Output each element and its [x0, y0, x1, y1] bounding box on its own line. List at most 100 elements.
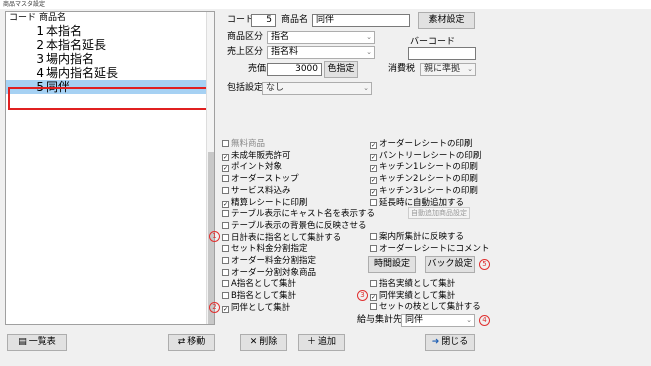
- list-item[interactable]: 2 本指名延長: [6, 38, 214, 52]
- salary-destination-value: 同伴: [405, 315, 424, 325]
- checkbox-unchecked-icon[interactable]: [222, 257, 229, 264]
- product-name-label: 商品名: [281, 15, 309, 25]
- checkbox-unchecked-icon[interactable]: [222, 280, 229, 288]
- checkbox-item[interactable]: ✓ ポイント対象: [222, 162, 282, 173]
- category-select[interactable]: 指名 ⌄: [267, 31, 375, 44]
- checkbox-item[interactable]: A指名として集計: [222, 279, 296, 290]
- checkbox-item[interactable]: B指名として集計: [222, 291, 296, 302]
- checkbox-item[interactable]: ✓ キッチン2レシートの印刷: [370, 174, 478, 185]
- checkbox-item[interactable]: オーダーストップ: [222, 174, 299, 185]
- close-button[interactable]: ➜ 閉じる: [425, 334, 475, 351]
- package-value: なし: [266, 83, 285, 93]
- checkbox-unchecked-icon[interactable]: [222, 233, 229, 241]
- checkbox-checked-icon[interactable]: ✓: [222, 305, 229, 313]
- checkbox-item[interactable]: 指名実績として集計: [370, 279, 455, 290]
- product-name-input[interactable]: 同伴: [312, 14, 410, 27]
- list-item[interactable]: 3 場内指名: [6, 52, 214, 66]
- checkbox-unchecked-icon[interactable]: [370, 233, 377, 240]
- checkbox-checked-icon[interactable]: ✓: [370, 177, 377, 185]
- list-header: コード 商品名: [6, 12, 214, 24]
- checkbox-item[interactable]: テーブル表示にキャスト名を表示する: [222, 209, 375, 220]
- checkbox-item[interactable]: ✓ パントリーレシートの印刷: [370, 151, 481, 162]
- checkbox-label: 同伴実績として集計: [379, 290, 456, 301]
- checkbox-item[interactable]: ✓ 同伴実績として集計: [370, 291, 455, 302]
- checkbox-item[interactable]: 日計表に指名として集計する: [222, 233, 341, 244]
- checkbox-item[interactable]: ✓ 精算レシートに印刷: [222, 198, 308, 209]
- checkbox-checked-icon[interactable]: ✓: [222, 200, 229, 208]
- list-view-label: 一覧表: [28, 337, 56, 347]
- checkbox-unchecked-icon[interactable]: [370, 244, 377, 252]
- checkbox-item[interactable]: ✓ 同伴として集計: [222, 303, 290, 314]
- code-input[interactable]: 5: [251, 14, 276, 27]
- checkbox-checked-icon[interactable]: ✓: [370, 142, 377, 149]
- barcode-input[interactable]: [408, 47, 476, 60]
- package-select[interactable]: なし ⌄: [262, 82, 372, 95]
- checkbox-item[interactable]: セット料金分割指定: [222, 244, 308, 255]
- checkbox-checked-icon[interactable]: ✓: [370, 165, 377, 173]
- checkbox-label: キッチン3レシートの印刷: [379, 185, 478, 196]
- list-scrollbar[interactable]: [206, 12, 214, 324]
- checkbox-item[interactable]: オーダー分割対象商品: [222, 268, 316, 279]
- checkbox-label: オーダーレシートにコメント: [379, 243, 490, 254]
- checkbox-item[interactable]: サービス料込み: [222, 186, 291, 197]
- close-label: 閉じる: [441, 337, 469, 347]
- checkbox-label: ポイント対象: [231, 162, 283, 173]
- marker-4: 4: [479, 315, 490, 326]
- auto-add-products-button[interactable]: 自動追加商品設定: [408, 207, 470, 219]
- checkbox-label: キッチン1レシートの印刷: [379, 162, 478, 173]
- checkbox-item[interactable]: ✓ オーダーレシートの印刷: [370, 139, 473, 150]
- checkbox-unchecked-icon[interactable]: [222, 186, 229, 194]
- time-settings-button[interactable]: 時間設定: [368, 256, 416, 273]
- checkbox-item[interactable]: テーブル表示の背景色に反映させる: [222, 221, 367, 232]
- column-header-code[interactable]: コード: [6, 12, 36, 24]
- price-input[interactable]: 3000: [267, 63, 322, 76]
- checkbox-item[interactable]: 無料商品: [222, 139, 265, 150]
- checkbox-unchecked-icon[interactable]: [222, 140, 229, 147]
- tax-select[interactable]: 親に準拠 ⌄: [420, 63, 476, 76]
- move-button[interactable]: ⇄ 移動: [168, 334, 215, 351]
- checkbox-item[interactable]: オーダー料金分割指定: [222, 256, 316, 267]
- checkbox-unchecked-icon[interactable]: [222, 245, 229, 253]
- marker-2: 2: [209, 302, 220, 313]
- checkbox-label: テーブル表示の背景色に反映させる: [231, 220, 367, 231]
- delete-button[interactable]: ✕ 削除: [240, 334, 287, 351]
- checkbox-checked-icon[interactable]: ✓: [370, 153, 377, 161]
- checkbox-item[interactable]: ✓ 未成年販売許可: [222, 151, 291, 162]
- checkbox-unchecked-icon[interactable]: [222, 175, 229, 183]
- checkbox-item[interactable]: ✓ キッチン3レシートの印刷: [370, 186, 478, 197]
- salary-destination-select[interactable]: 同伴 ⌄: [401, 314, 475, 327]
- sales-category-value: 指名料: [271, 47, 299, 57]
- material-settings-button[interactable]: 素材設定: [418, 12, 475, 29]
- list-item-name: 場内指名延長: [46, 66, 119, 80]
- checkbox-item[interactable]: オーダーレシートにコメント: [370, 244, 490, 255]
- checkbox-label: B指名として集計: [231, 291, 297, 302]
- sales-category-select[interactable]: 指名料 ⌄: [267, 46, 375, 59]
- checkbox-item[interactable]: 案内所集計に反映する: [370, 232, 464, 243]
- list-view-button[interactable]: ▤ 一覧表: [7, 334, 67, 351]
- checkbox-unchecked-icon[interactable]: [222, 268, 229, 276]
- column-header-name[interactable]: 商品名: [36, 12, 66, 24]
- list-item[interactable]: 4 場内指名延長: [6, 66, 214, 80]
- add-button[interactable]: ＋追加: [298, 334, 345, 351]
- checkbox-unchecked-icon[interactable]: [370, 280, 377, 287]
- back-settings-button[interactable]: バック設定: [425, 256, 475, 273]
- checkbox-checked-icon[interactable]: ✓: [370, 188, 377, 196]
- checkbox-checked-icon[interactable]: ✓: [370, 293, 377, 301]
- checkbox-item[interactable]: ✓ キッチン1レシートの印刷: [370, 162, 478, 173]
- checkbox-checked-icon[interactable]: ✓: [222, 153, 229, 161]
- checkbox-item[interactable]: セットの枝として集計する: [370, 302, 481, 313]
- checkbox-label: オーダーストップ: [231, 174, 299, 185]
- checkbox-unchecked-icon[interactable]: [222, 210, 229, 218]
- product-list[interactable]: コード 商品名 1 本指名 2 本指名延長 3 場内指名 4 場内指名延長 5 同伴: [5, 11, 215, 325]
- list-item-code: 2: [36, 38, 44, 52]
- checkbox-unchecked-icon[interactable]: [222, 221, 229, 229]
- checkbox-unchecked-icon[interactable]: [222, 292, 229, 300]
- marker-1: 1: [209, 231, 220, 242]
- checkbox-checked-icon[interactable]: ✓: [222, 165, 229, 173]
- checkbox-unchecked-icon[interactable]: [370, 303, 377, 311]
- move-label: 移動: [187, 337, 206, 347]
- checkbox-unchecked-icon[interactable]: [370, 198, 377, 206]
- product-settings-window: 商品マスタ設定 コード 商品名 1 本指名 2 本指名延長 3 場内指名 4 場内指名延…: [0, 0, 651, 366]
- color-select-button[interactable]: 色指定: [324, 61, 358, 78]
- list-item[interactable]: 1 本指名: [6, 24, 214, 38]
